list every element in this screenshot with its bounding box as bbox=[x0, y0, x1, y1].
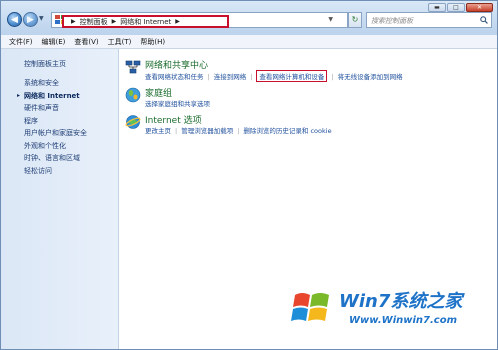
sidebar-item-hardware-sound[interactable]: 硬件和声音 bbox=[24, 102, 87, 115]
menu-bar: 文件(F) 编辑(E) 查看(V) 工具(T) 帮助(H) bbox=[1, 35, 497, 49]
search-placeholder: 搜索控制面板 bbox=[371, 17, 413, 25]
sidebar-item-programs[interactable]: 程序 bbox=[24, 115, 87, 128]
search-icon[interactable] bbox=[480, 16, 488, 24]
back-button[interactable]: ◀ bbox=[7, 12, 22, 27]
breadcrumb-network-internet[interactable]: 网络和 Internet bbox=[120, 17, 171, 27]
forward-button[interactable]: ▶ bbox=[23, 12, 38, 27]
watermark: Win7系统之家 Www.Winwin7.com bbox=[291, 283, 491, 341]
sidebar-item-ease-of-access[interactable]: 轻松访问 bbox=[24, 165, 87, 178]
refresh-button[interactable]: ↻ bbox=[348, 12, 362, 28]
windows-logo-icon bbox=[291, 293, 329, 321]
recent-pages-dropdown-icon[interactable]: ▼ bbox=[39, 15, 44, 22]
link-separator: | bbox=[237, 127, 240, 135]
menu-tools[interactable]: 工具(T) bbox=[108, 37, 132, 47]
internet-options-icon bbox=[125, 115, 141, 129]
link-separator: | bbox=[331, 73, 334, 81]
sidebar-item-appearance[interactable]: 外观和个性化 bbox=[24, 140, 87, 153]
link-view-network-computers[interactable]: 查看网络计算机和设备 bbox=[256, 70, 328, 82]
link-separator: | bbox=[250, 73, 253, 81]
category-links: 选择家庭组和共享选项 bbox=[145, 98, 210, 108]
menu-view[interactable]: 查看(V) bbox=[74, 37, 98, 47]
sidebar-home-link[interactable]: 控制面板主页 bbox=[24, 59, 66, 69]
search-box[interactable]: 搜索控制面板 bbox=[366, 12, 492, 28]
link-separator: | bbox=[207, 73, 210, 81]
breadcrumb: ▶ 控制面板 ▶ 网络和 Internet ▶ bbox=[62, 15, 229, 28]
category-links: 查看网络状态和任务 | 连接到网络 | 查看网络计算机和设备 | 将无线设备添加到网络 bbox=[145, 70, 403, 82]
chevron-right-icon[interactable]: ▶ bbox=[112, 18, 117, 25]
control-panel-window: ◀ ▶ ▼ ▶ 控制面板 ▶ 网络和 Internet ▶ ▼ ↻ 搜索控制面板 bbox=[0, 0, 498, 350]
sidebar-item-system-security[interactable]: 系统和安全 bbox=[24, 77, 87, 90]
watermark-brand: Win7系统之家 bbox=[339, 291, 463, 312]
chevron-right-icon[interactable]: ▶ bbox=[175, 18, 180, 25]
menu-edit[interactable]: 编辑(E) bbox=[42, 37, 66, 47]
link-add-wireless-device[interactable]: 将无线设备添加到网络 bbox=[338, 71, 403, 81]
link-manage-addons[interactable]: 管理浏览器加载项 bbox=[181, 125, 233, 135]
link-homegroup-options[interactable]: 选择家庭组和共享选项 bbox=[145, 98, 210, 108]
main-content: 网络和共享中心 查看网络状态和任务 | 连接到网络 | 查看网络计算机和设备 | 将无线设备… bbox=[119, 49, 497, 349]
link-delete-history-cookies[interactable]: 删除浏览的历史记录和 cookie bbox=[243, 125, 331, 135]
sidebar-item-clock-language[interactable]: 时钟、语言和区域 bbox=[24, 152, 87, 165]
menu-file[interactable]: 文件(F) bbox=[9, 37, 33, 47]
sidebar: 控制面板主页 系统和安全 网络和 Internet 硬件和声音 程序 用户帐户和… bbox=[1, 49, 119, 349]
menu-help[interactable]: 帮助(H) bbox=[140, 37, 165, 47]
address-bar[interactable]: ▶ 控制面板 ▶ 网络和 Internet ▶ ▼ bbox=[51, 12, 348, 28]
homegroup-icon bbox=[125, 87, 141, 103]
maximize-button[interactable]: □ bbox=[447, 3, 465, 12]
watermark-url: Www.Winwin7.com bbox=[349, 315, 458, 326]
link-view-network-status[interactable]: 查看网络状态和任务 bbox=[145, 71, 204, 81]
window-controls: ▬ □ ✕ bbox=[428, 3, 493, 12]
address-toolbar: ◀ ▶ ▼ ▶ 控制面板 ▶ 网络和 Internet ▶ ▼ ↻ 搜索控制面板 bbox=[1, 1, 497, 35]
sidebar-item-user-accounts[interactable]: 用户帐户和家庭安全 bbox=[24, 127, 87, 140]
link-connect-to-network[interactable]: 连接到网络 bbox=[214, 71, 247, 81]
address-dropdown-icon[interactable]: ▼ bbox=[328, 16, 333, 23]
breadcrumb-control-panel[interactable]: 控制面板 bbox=[80, 17, 108, 27]
minimize-button[interactable]: ▬ bbox=[428, 3, 446, 12]
link-separator: | bbox=[175, 127, 178, 135]
link-change-homepage[interactable]: 更改主页 bbox=[145, 125, 171, 135]
chevron-right-icon[interactable]: ▶ bbox=[71, 18, 76, 25]
network-sharing-icon bbox=[125, 60, 141, 74]
close-button[interactable]: ✕ bbox=[466, 3, 493, 12]
sidebar-list: 系统和安全 网络和 Internet 硬件和声音 程序 用户帐户和家庭安全 外观… bbox=[17, 77, 87, 178]
sidebar-item-network-internet[interactable]: 网络和 Internet bbox=[17, 90, 87, 103]
category-links: 更改主页 | 管理浏览器加载项 | 删除浏览的历史记录和 cookie bbox=[145, 125, 332, 135]
